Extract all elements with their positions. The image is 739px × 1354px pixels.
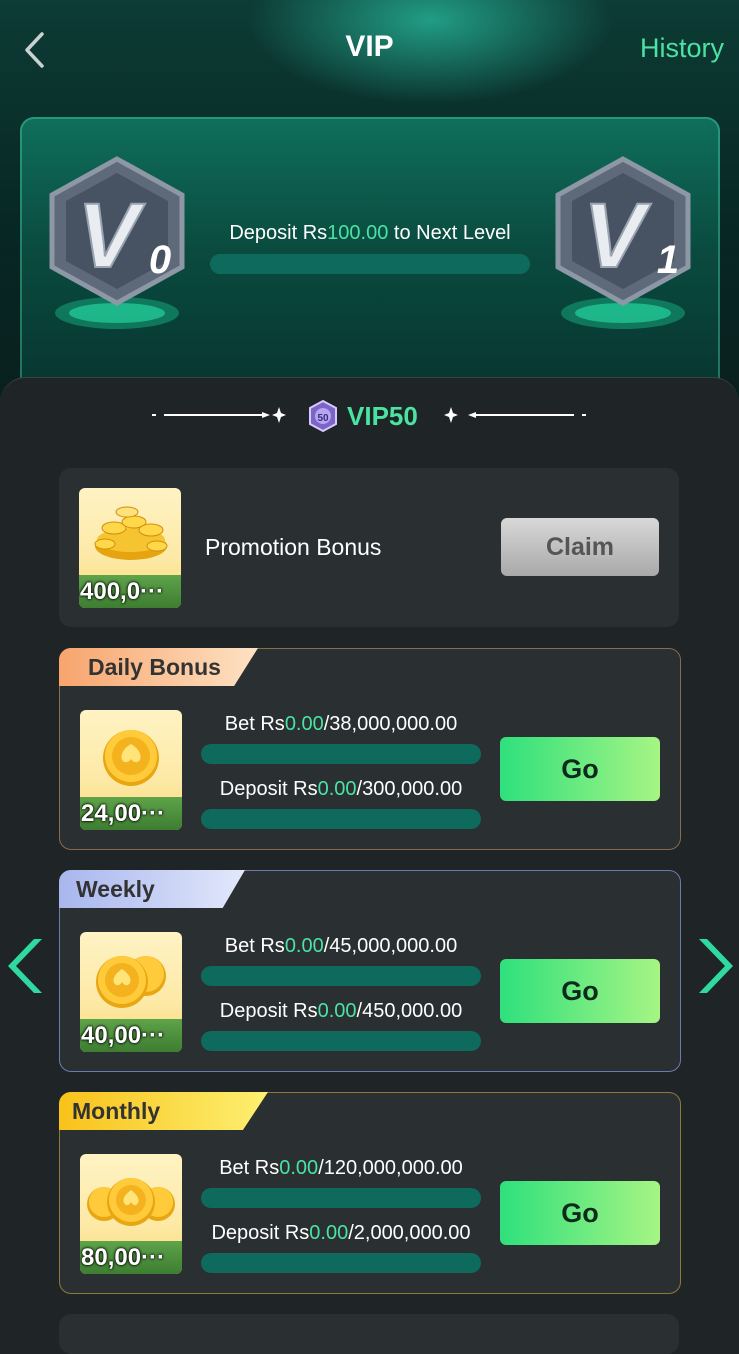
promotion-bonus-card: 400,0··· Promotion Bonus Claim: [59, 468, 679, 627]
monthly-bonus-card: Monthly Bonus 80,00··· Bet Rs0.00/120,00…: [59, 1092, 681, 1294]
svg-text:50: 50: [317, 413, 329, 424]
weekly-bonus-image: 40,00···: [80, 932, 182, 1052]
monthly-bonus-amount: 80,00···: [80, 1241, 182, 1274]
monthly-deposit-requirement: Deposit Rs0.00/2,000,000.00: [211, 1222, 471, 1244]
weekly-bet-requirement: Bet Rs0.00/45,000,000.00: [224, 935, 458, 957]
daily-bet-progress-bar: [201, 744, 481, 764]
daily-bet-requirement: Bet Rs0.00/38,000,000.00: [224, 713, 458, 735]
weekly-deposit-progress-bar: [201, 1031, 481, 1051]
two-gold-coins-icon: [96, 956, 166, 1008]
monthly-bet-progress-bar: [201, 1188, 481, 1208]
weekly-bonus-amount: 40,00···: [80, 1019, 182, 1052]
vip-badge-v1-icon: V 1: [555, 156, 691, 329]
chevron-left-icon[interactable]: [4, 935, 44, 997]
history-link[interactable]: History: [640, 33, 724, 64]
vip-emblem-icon: 50: [309, 399, 337, 433]
daily-bonus-tab: Daily Bonus: [59, 648, 258, 686]
page-title: VIP: [345, 30, 394, 63]
promotion-bonus-amount: 400,0···: [79, 575, 181, 608]
daily-deposit-progress-bar: [201, 809, 481, 829]
monthly-bonus-tab: Monthly Bonus: [59, 1092, 268, 1130]
weekly-bonus-tab: Weekly Bonus: [59, 870, 245, 908]
badge-letter: V: [583, 185, 651, 287]
daily-go-button[interactable]: Go: [500, 737, 660, 801]
claim-button[interactable]: Claim: [501, 518, 659, 576]
badge-level-number: 0: [149, 238, 171, 282]
badge-letter: V: [77, 185, 145, 287]
chevron-right-icon[interactable]: [697, 935, 737, 997]
weekly-bet-progress-bar: [201, 966, 481, 986]
next-level-progress-bar: [210, 254, 530, 274]
vip-level-label: VIP50: [347, 401, 418, 431]
gold-coins-pile-icon: [94, 506, 168, 560]
gold-coin-icon: [103, 730, 159, 786]
three-gold-coins-icon: [87, 1178, 175, 1226]
monthly-bonus-image: 80,00···: [80, 1154, 182, 1274]
title-divider-left-icon: [152, 407, 286, 423]
monthly-go-button[interactable]: Go: [500, 1181, 660, 1245]
promotion-bonus-label: Promotion Bonus: [205, 534, 382, 560]
monthly-bet-requirement: Bet Rs0.00/120,000,000.00: [219, 1157, 463, 1179]
badge-level-number: 1: [657, 238, 679, 282]
title-divider-right-icon: [444, 407, 586, 423]
vip-badge-v0-icon: V 0: [49, 156, 185, 329]
next-level-amount: 100.00: [327, 222, 389, 244]
header: VIP History: [0, 0, 739, 100]
next-card-partial: [59, 1314, 679, 1354]
monthly-deposit-progress-bar: [201, 1253, 481, 1273]
daily-bonus-card: Daily Bonus 24,00··· Bet Rs0.00/38,000,0…: [59, 648, 681, 850]
weekly-deposit-requirement: Deposit Rs0.00/450,000.00: [219, 1000, 463, 1022]
promotion-bonus-image: 400,0···: [79, 488, 181, 608]
weekly-bonus-card: Weekly Bonus 40,00··· Bet Rs0.00/45,000,…: [59, 870, 681, 1072]
weekly-go-button[interactable]: Go: [500, 959, 660, 1023]
next-level-prefix: Deposit Rs: [229, 222, 328, 244]
daily-bonus-image: 24,00···: [80, 710, 182, 830]
daily-deposit-requirement: Deposit Rs0.00/300,000.00: [219, 778, 463, 800]
next-level-text: Deposit Rs100.00 to Next Level: [210, 222, 530, 245]
next-level-suffix: to Next Level: [388, 222, 511, 244]
daily-bonus-amount: 24,00···: [80, 797, 182, 830]
